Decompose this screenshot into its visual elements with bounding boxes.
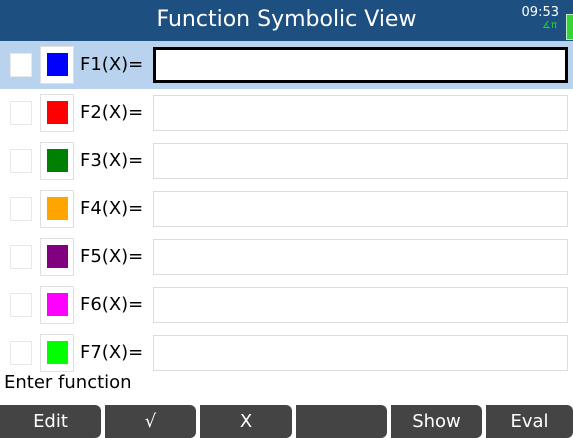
function-input[interactable] — [153, 191, 568, 227]
enable-checkbox[interactable] — [10, 197, 32, 221]
function-input[interactable] — [153, 95, 568, 131]
enable-checkbox[interactable] — [10, 293, 32, 317]
function-label: F2(X)= — [80, 102, 144, 123]
color-swatch — [47, 197, 68, 220]
enable-checkbox[interactable] — [10, 149, 32, 173]
function-input[interactable] — [153, 239, 568, 275]
function-label: F4(X)= — [80, 198, 144, 219]
function-row-f4[interactable]: F4(X)= — [0, 185, 573, 233]
softkey-bar: Edit √ X Show Eval — [0, 405, 573, 438]
function-input[interactable] — [153, 47, 568, 83]
enable-checkbox[interactable] — [10, 101, 32, 125]
function-input[interactable] — [153, 287, 568, 323]
function-row-f6[interactable]: F6(X)= — [0, 281, 573, 329]
function-row-f2[interactable]: F2(X)= — [0, 89, 573, 137]
color-picker[interactable] — [40, 334, 74, 372]
enable-checkbox[interactable] — [10, 53, 32, 77]
color-swatch — [47, 101, 68, 124]
title-bar: Function Symbolic View 09:53 ∡π — [0, 0, 573, 41]
color-picker[interactable] — [40, 46, 74, 84]
color-picker[interactable] — [40, 190, 74, 228]
function-row-f5[interactable]: F5(X)= — [0, 233, 573, 281]
color-picker[interactable] — [40, 238, 74, 276]
function-row-f7[interactable]: F7(X)= — [0, 329, 573, 377]
function-label: F5(X)= — [80, 246, 144, 267]
blank-softkey[interactable] — [296, 405, 387, 438]
clock: 09:53 — [521, 5, 559, 20]
angle-mode-indicator: ∡π — [542, 20, 557, 31]
color-swatch — [47, 341, 68, 364]
sqrt-softkey[interactable]: √ — [105, 405, 196, 438]
function-row-f1[interactable]: F1(X)= — [0, 41, 573, 89]
function-input[interactable] — [153, 335, 568, 371]
function-label: F3(X)= — [80, 150, 144, 171]
x-variable-softkey[interactable]: X — [200, 405, 292, 438]
color-picker[interactable] — [40, 142, 74, 180]
battery-icon — [566, 14, 573, 40]
color-swatch — [47, 245, 68, 268]
color-swatch — [47, 53, 68, 76]
function-row-f3[interactable]: F3(X)= — [0, 137, 573, 185]
eval-softkey[interactable]: Eval — [486, 405, 573, 438]
status-message: Enter function — [4, 372, 132, 393]
page-title: Function Symbolic View — [156, 7, 417, 32]
function-label: F7(X)= — [80, 342, 144, 363]
color-swatch — [47, 293, 68, 316]
color-picker[interactable] — [40, 94, 74, 132]
enable-checkbox[interactable] — [10, 245, 32, 269]
color-swatch — [47, 149, 68, 172]
function-label: F6(X)= — [80, 294, 144, 315]
show-softkey[interactable]: Show — [391, 405, 482, 438]
edit-softkey[interactable]: Edit — [0, 405, 101, 438]
color-picker[interactable] — [40, 286, 74, 324]
function-label: F1(X)= — [80, 54, 144, 75]
function-input[interactable] — [153, 143, 568, 179]
enable-checkbox[interactable] — [10, 341, 32, 365]
